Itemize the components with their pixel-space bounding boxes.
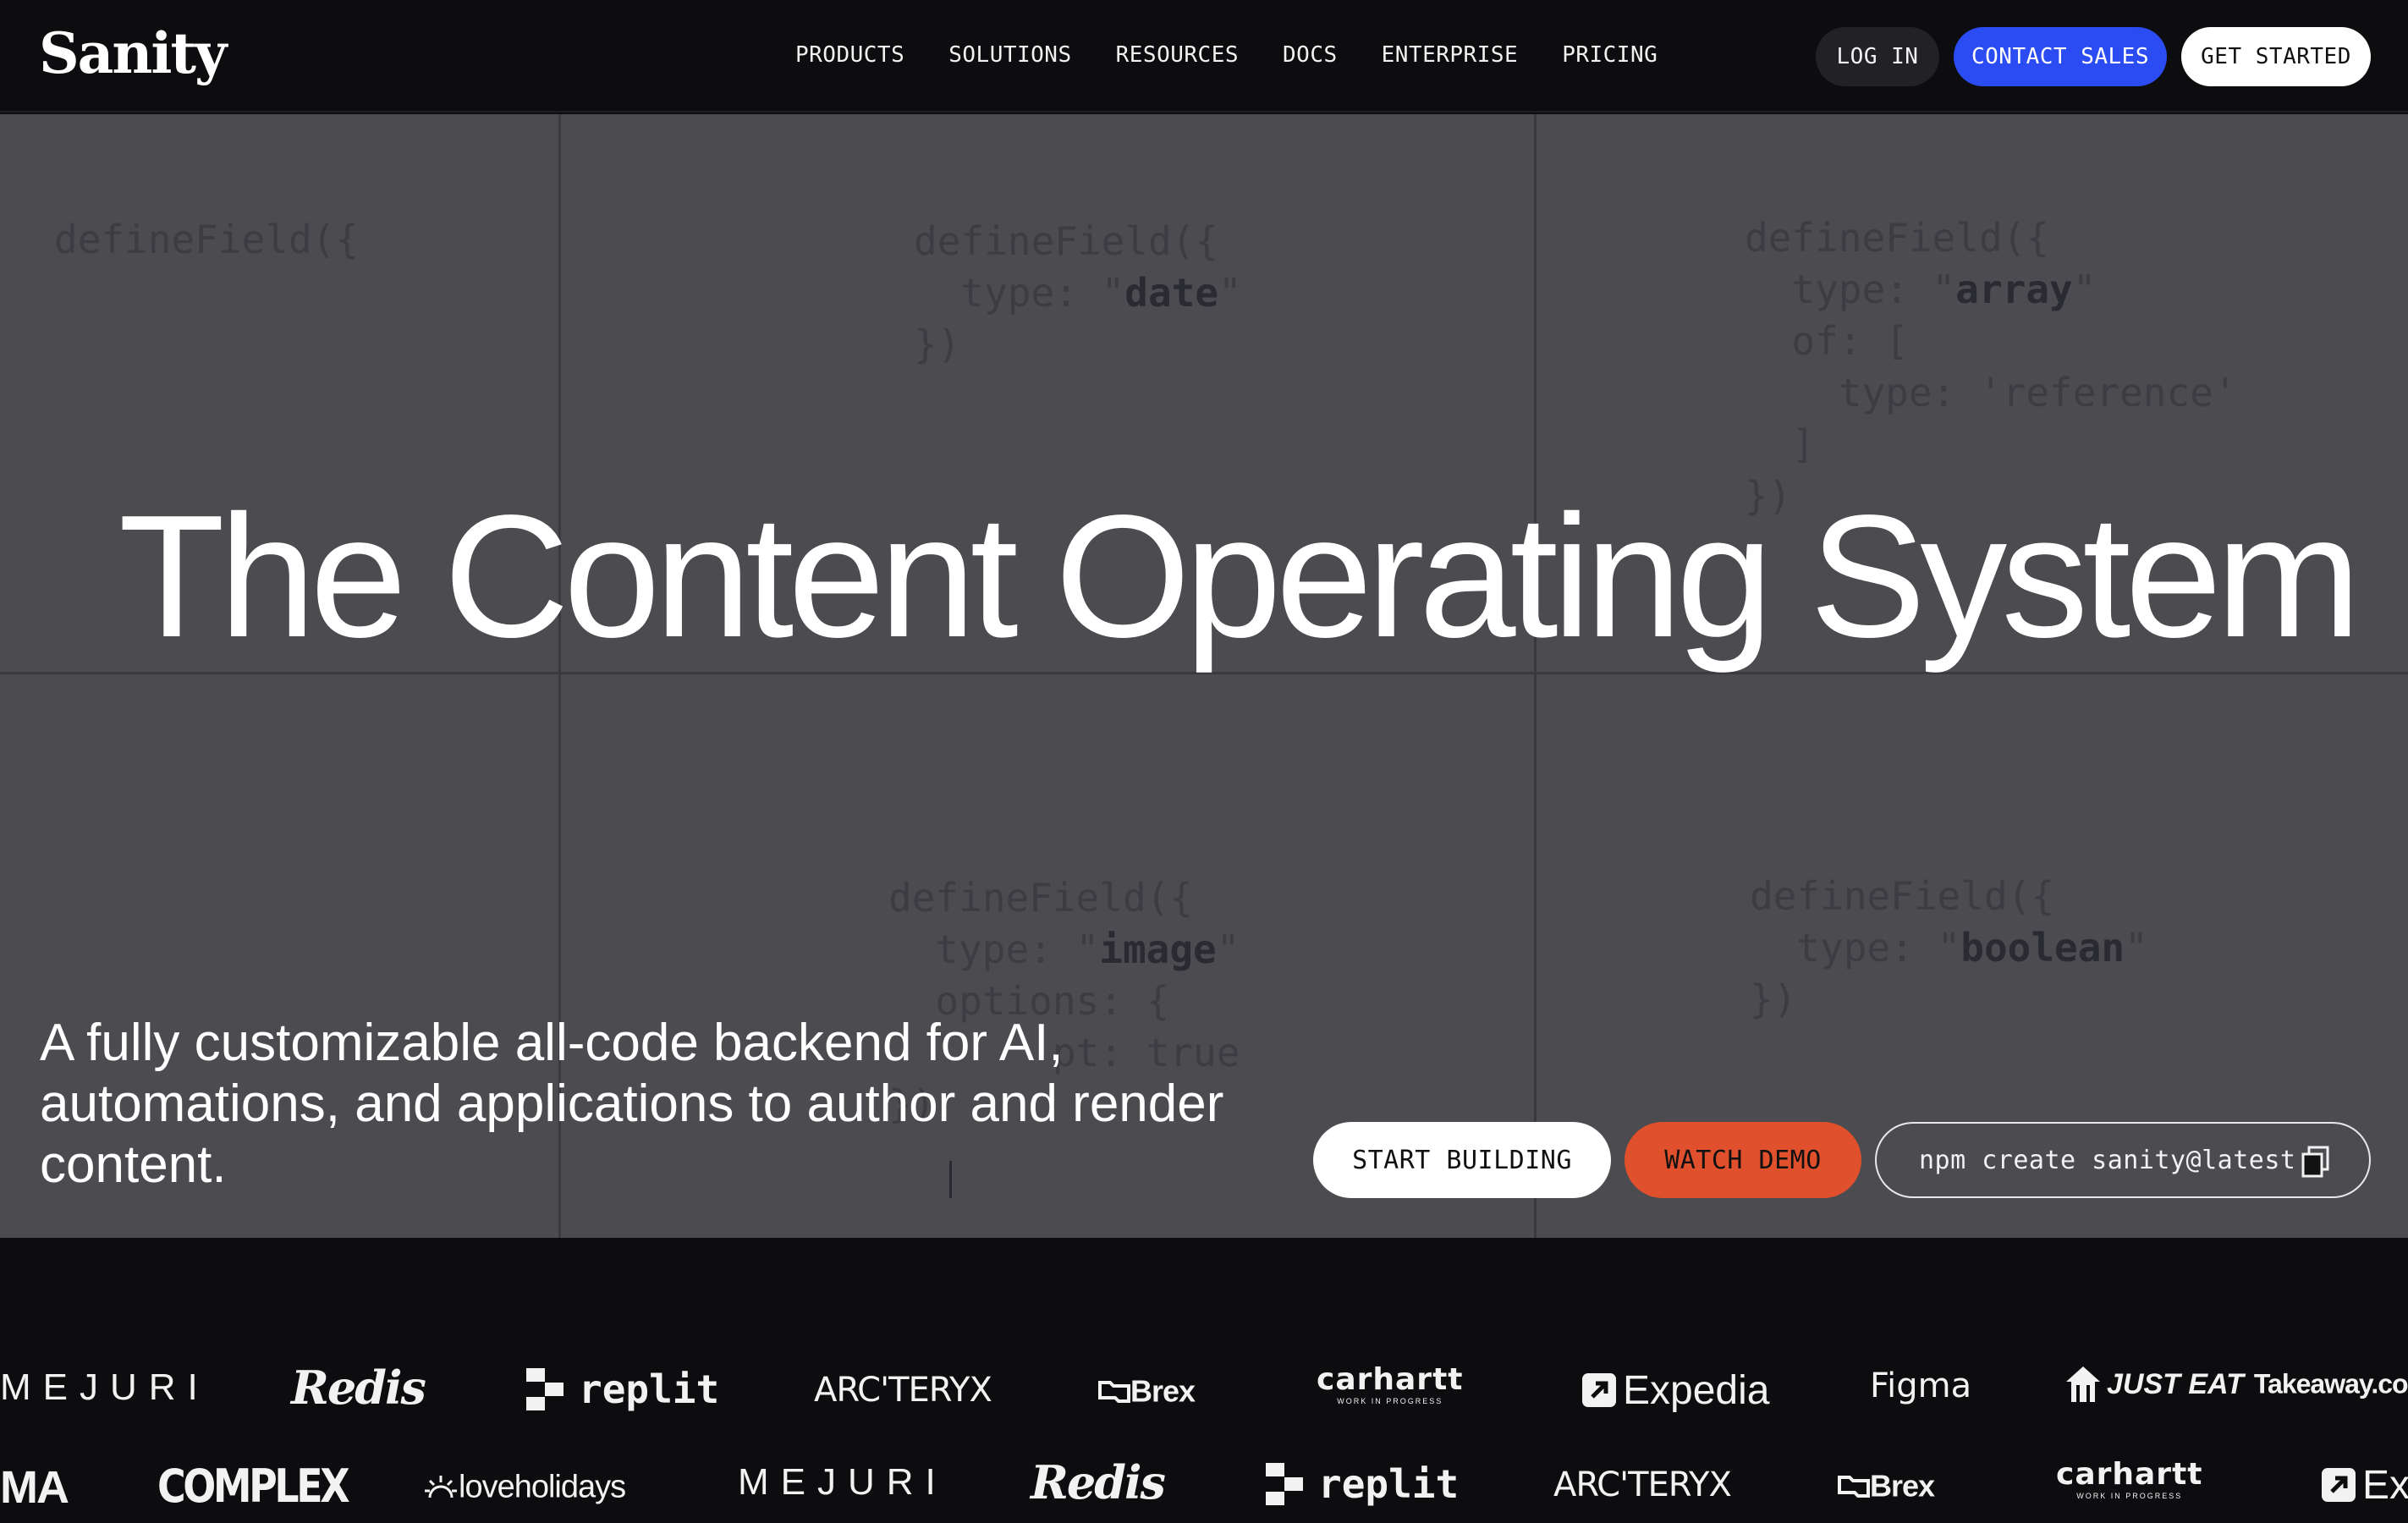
brex-icon xyxy=(1838,1476,1870,1498)
replit-text: replit xyxy=(1318,1461,1460,1507)
code-snippet-boolean: defineField({ type: "boolean"}) xyxy=(1750,873,2148,1022)
start-building-button[interactable]: START BUILDING xyxy=(1313,1122,1611,1198)
carhartt-tagline: WORK IN PROGRESS xyxy=(2076,1492,2183,1500)
carhartt-text: carhartt xyxy=(2056,1457,2203,1492)
top-navbar: Sanity PRODUCTS SOLUTIONS RESOURCES DOCS… xyxy=(0,0,2408,113)
logo-figma: Figma xyxy=(1870,1366,1972,1405)
login-button[interactable]: LOG IN xyxy=(1816,27,1939,86)
logo-carhartt: carhartt WORK IN PROGRESS xyxy=(1317,1362,1463,1405)
get-started-button[interactable]: GET STARTED xyxy=(2181,27,2371,86)
logo-replit: replit xyxy=(1266,1461,1459,1507)
house-icon xyxy=(2066,1366,2100,1402)
logo-partial: MA xyxy=(0,1462,69,1513)
logo-complex: COMPLEX xyxy=(157,1460,350,1513)
logo-arcteryx: ARC'TERYX xyxy=(1553,1465,1732,1504)
logo-redis: Redis xyxy=(1031,1455,1166,1509)
sun-icon xyxy=(425,1475,457,1498)
nav-docs[interactable]: DOCS xyxy=(1283,42,1338,68)
logo-mejuri: MEJURI xyxy=(738,1461,948,1503)
customer-logos: MEJURI Redis replit ARC'TERYX Brex carha… xyxy=(0,1240,2408,1523)
nav-pricing[interactable]: PRICING xyxy=(1562,42,1658,68)
nav-enterprise[interactable]: ENTERPRISE xyxy=(1382,42,1519,68)
watch-demo-button[interactable]: WATCH DEMO xyxy=(1625,1122,1861,1198)
expedia-icon xyxy=(1582,1373,1616,1408)
nav-resources[interactable]: RESOURCES xyxy=(1116,42,1239,68)
logo-arcteryx: ARC'TERYX xyxy=(814,1371,992,1410)
logo-carhartt: carhartt WORK IN PROGRESS xyxy=(2056,1457,2202,1500)
logo-brex: Brex xyxy=(1838,1466,1935,1504)
replit-icon xyxy=(526,1368,564,1410)
logo-brex: Brex xyxy=(1098,1372,1196,1409)
brex-text: Brex xyxy=(1130,1373,1196,1409)
carhartt-text: carhartt xyxy=(1317,1362,1464,1397)
logo-redis: Redis xyxy=(291,1361,426,1415)
nav-products[interactable]: PRODUCTS xyxy=(795,42,904,68)
brex-icon xyxy=(1098,1381,1130,1404)
sanity-logo[interactable]: Sanity xyxy=(39,20,227,86)
replit-icon xyxy=(1266,1463,1303,1505)
logo-replit: replit xyxy=(526,1366,719,1412)
loveholidays-text: loveholidays xyxy=(459,1469,626,1505)
justeat-text: JUST EAT xyxy=(2107,1367,2244,1400)
code-snippet: defineField({ xyxy=(54,217,360,262)
brex-text: Brex xyxy=(1870,1468,1935,1504)
takeaway-text: Takeaway.com xyxy=(2253,1368,2408,1399)
copy-icon[interactable] xyxy=(2301,1146,2330,1178)
contact-sales-button[interactable]: CONTACT SALES xyxy=(1954,27,2167,86)
logo-loveholidays: loveholidays xyxy=(423,1468,626,1505)
hero-subtext: A fully customizable all-code backend fo… xyxy=(40,1014,1224,1194)
expedia-text: Expedia xyxy=(1623,1367,1770,1413)
expedia-icon xyxy=(2322,1468,2356,1503)
npm-command-text: npm create sanity@latest xyxy=(1919,1145,2296,1175)
hero-section: defineField({ defineField({ type: "date"… xyxy=(0,114,2408,1238)
code-snippet-date: defineField({ type: "date"}) xyxy=(914,218,1242,367)
expedia-text: Exp xyxy=(2362,1462,2408,1508)
logo-expedia: Expedia xyxy=(1582,1365,1769,1414)
npm-command-box[interactable]: npm create sanity@latest xyxy=(1875,1122,2371,1198)
nav-solutions[interactable]: SOLUTIONS xyxy=(948,42,1071,68)
logo-expedia-partial: Exp xyxy=(2322,1460,2408,1509)
replit-text: replit xyxy=(579,1366,720,1412)
hero-headline: The Content Operating System xyxy=(118,479,2361,674)
carhartt-tagline: WORK IN PROGRESS xyxy=(1337,1397,1443,1405)
logo-mejuri: MEJURI xyxy=(0,1366,210,1408)
nav-links: PRODUCTS SOLUTIONS RESOURCES DOCS ENTERP… xyxy=(795,42,1702,68)
logo-justeat: JUST EAT Takeaway.com xyxy=(2064,1365,2408,1404)
